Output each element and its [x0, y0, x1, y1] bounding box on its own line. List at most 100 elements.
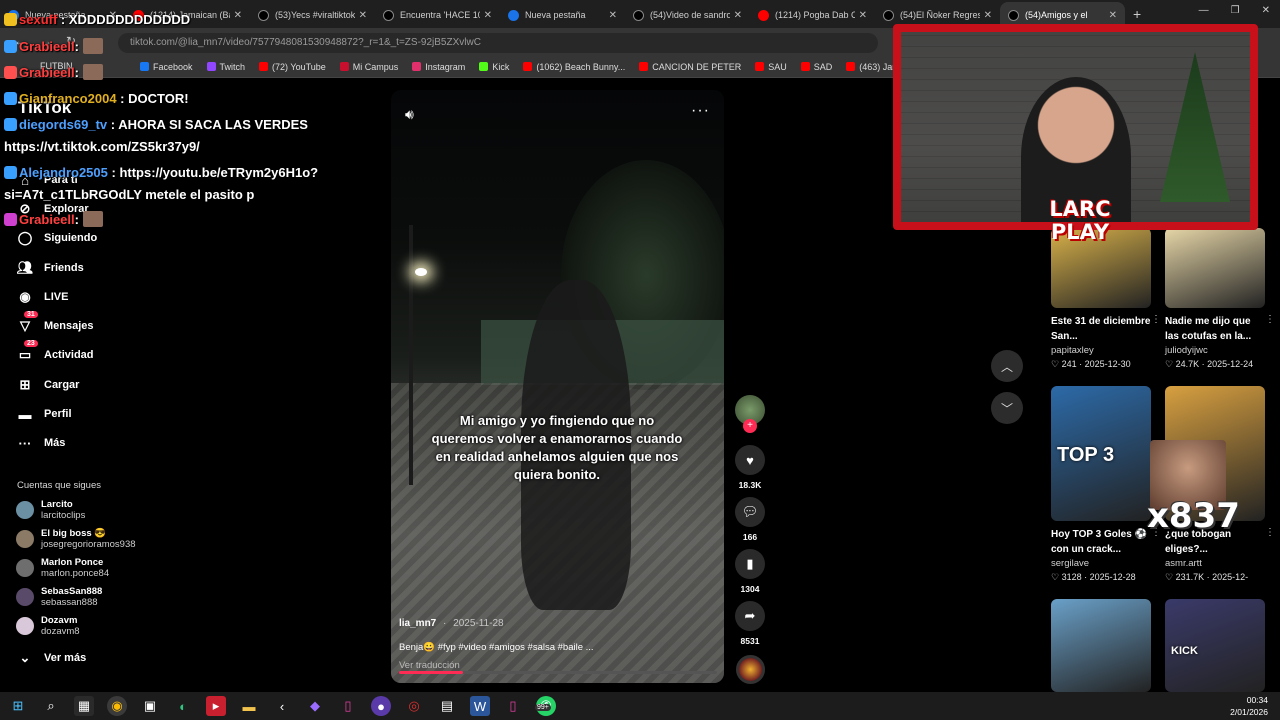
video-username[interactable]: asmr.artt	[1165, 558, 1265, 569]
video-player[interactable]: 🔊︎ ··· Mi amigo y yo fingiendo que no qu…	[391, 90, 724, 683]
maximize-icon[interactable]: ❐	[1231, 5, 1240, 16]
account-text: Larcito larcitoclips	[41, 499, 85, 521]
edge-icon[interactable]: ◐	[173, 696, 193, 716]
sound-disc[interactable]	[736, 655, 765, 684]
bookmark-item[interactable]: CANCION DE PETER	[639, 62, 741, 72]
bookmark-item[interactable]: SAU	[755, 62, 787, 72]
app3-icon[interactable]: ▯	[338, 696, 358, 716]
browser-tab[interactable]: (1214) Pogba Dab Ce ✕	[750, 2, 875, 28]
video-title[interactable]: Hoy TOP 3 Goles ⚽ con un crack...	[1051, 527, 1151, 557]
bookmark-item[interactable]: SAD	[800, 61, 833, 72]
video-stats: ♡ 241 · 2025-12-30	[1051, 359, 1151, 370]
browser-tab[interactable]: (54)Video de sandro ✕	[625, 2, 750, 28]
card-menu-icon[interactable]: ⋮	[1265, 314, 1275, 325]
sidebar-item-cargar[interactable]: ⊞ Cargar	[16, 376, 80, 394]
see-more-label: Ver más	[44, 652, 87, 664]
account-name: Marlon Ponce	[41, 557, 104, 568]
video-username[interactable]: sergilave	[1051, 558, 1151, 569]
video-more-icon[interactable]: ···	[691, 102, 710, 120]
friends-icon: 👥︎	[16, 260, 34, 275]
chat-message: Alejandro2505 : https://youtu.be/eTRym2y…	[4, 165, 318, 180]
video-thumbnail[interactable]: TOP 3	[1051, 386, 1151, 521]
video-thumbnail[interactable]	[1051, 599, 1151, 692]
windows-taskbar: ⊞ ⌕ ▦ ◉ ▣ ◐ ▸ ▬ ‹ ◆ ▯ ● ◎ ▤ W ▯ ✆	[0, 692, 1280, 720]
sidebar-item-ms[interactable]: ··· Más	[16, 434, 66, 452]
video-description[interactable]: Benja😀 #fyp #video #amigos #salsa #baile…	[399, 642, 594, 653]
recommended-video-card[interactable]	[1051, 599, 1151, 692]
search-icon[interactable]: ⌕	[41, 696, 61, 716]
tab-close-icon[interactable]: ✕	[734, 10, 742, 21]
see-translation-link[interactable]: Ver traducción	[399, 660, 460, 671]
volume-icon[interactable]: 🔊︎	[405, 106, 414, 123]
video-progress-bar[interactable]	[399, 671, 717, 674]
chat-emote	[82, 211, 103, 227]
sidebar-item-mensajes[interactable]: ▽ 31 Mensajes	[16, 311, 94, 335]
like-button[interactable]: ♥ 18.3K	[733, 445, 767, 490]
sidebar-item-label: Cargar	[44, 379, 80, 391]
bookmark-item[interactable]: Kick	[479, 62, 509, 72]
bookmark-item[interactable]: Instagram	[412, 62, 465, 72]
sidebar-item-siguiendo[interactable]: ◯ Siguiendo	[16, 229, 97, 247]
notification-badge: 31	[24, 311, 38, 318]
close-window-icon[interactable]: ✕	[1262, 5, 1270, 16]
tab-close-icon[interactable]: ✕	[1109, 10, 1117, 21]
tab-favicon-icon	[758, 9, 769, 21]
card-menu-icon[interactable]: ⋮	[1265, 527, 1275, 538]
folder-icon[interactable]: ▬	[239, 696, 259, 716]
chat-separator: :	[74, 39, 83, 54]
video-thumbnail[interactable]	[1165, 228, 1265, 308]
obs-icon[interactable]: ●	[371, 696, 391, 716]
card-menu-icon[interactable]: ⋮	[1151, 314, 1161, 325]
word-icon[interactable]: W	[470, 696, 490, 716]
tab-close-icon[interactable]: ✕	[859, 10, 867, 21]
sidebar-item-friends[interactable]: 👥︎ Friends	[16, 259, 84, 277]
sidebar-item-live[interactable]: ◉ LIVE	[16, 288, 68, 306]
recommended-video-card[interactable]: KICK	[1165, 599, 1265, 692]
following-account[interactable]: Dozavm dozavm8	[16, 615, 80, 637]
stream-logo: LARC PLAY	[1035, 198, 1125, 244]
comment-button[interactable]: 💬︎ 166	[733, 497, 767, 542]
follow-plus-icon[interactable]: +	[743, 419, 757, 433]
following-account[interactable]: SebasSan888 sebassan888	[16, 586, 102, 608]
video-username[interactable]: papitaxley	[1051, 345, 1151, 356]
sidebar-item-actividad[interactable]: ▭ 23 Actividad	[16, 340, 94, 364]
calculator-icon[interactable]: ▤	[437, 696, 457, 716]
video-thumbnail[interactable]: KICK	[1165, 599, 1265, 692]
following-account[interactable]: Marlon Ponce marlon.ponce84	[16, 557, 109, 579]
video-title[interactable]: Nadie me dijo que las cotufas en la...	[1165, 314, 1265, 344]
save-button[interactable]: ▮ 1304	[733, 549, 767, 594]
tab-close-icon[interactable]: ✕	[484, 10, 492, 21]
recommended-video-card[interactable]: TOP 3 Hoy TOP 3 Goles ⚽ con un crack... se…	[1051, 386, 1161, 583]
chrome-icon[interactable]: ◉	[107, 696, 127, 716]
bookmark-item[interactable]: (1062) Beach Bunny...	[523, 62, 625, 72]
system-clock[interactable]: 00:34 2/01/2026	[1230, 694, 1268, 718]
video-title[interactable]: Este 31 de diciembre San...	[1051, 314, 1151, 344]
tab-close-icon[interactable]: ✕	[609, 10, 617, 21]
bookmark-label: SAD	[813, 61, 833, 72]
previous-video-button[interactable]: ︿	[991, 350, 1023, 382]
chat-text: DOCTOR!	[128, 91, 189, 106]
app4-icon[interactable]: ▯	[503, 696, 523, 716]
see-more-button[interactable]: ⌄ Ver más	[16, 649, 87, 667]
recommended-video-card[interactable]: Este 31 de diciembre San... papitaxley ♡ 2…	[1051, 228, 1161, 370]
next-video-button[interactable]: ﹀	[991, 392, 1023, 424]
app-icon[interactable]: ▣	[140, 696, 160, 716]
recorder-icon[interactable]: ◎	[404, 696, 424, 716]
store-icon[interactable]: ▦	[74, 696, 94, 716]
tab-close-icon[interactable]: ✕	[984, 10, 992, 21]
following-account[interactable]: El big boss 😎 josegregorioramos938	[16, 528, 136, 550]
following-account[interactable]: Larcito larcitoclips	[16, 499, 85, 521]
share-button[interactable]: ➦ 8531	[733, 601, 767, 646]
video-username[interactable]: juliodyijwc	[1165, 345, 1265, 356]
clock-date: 2/01/2026	[1230, 707, 1268, 717]
media-icon[interactable]: ▸	[206, 696, 226, 716]
recommended-video-card[interactable]: Nadie me dijo que las cotufas en la... ju…	[1165, 228, 1275, 370]
save-count: 1304	[740, 584, 760, 594]
video-author[interactable]: lia_mn7	[399, 618, 436, 629]
browser-tab[interactable]: Nueva pestaña ✕	[500, 2, 625, 28]
sidebar-item-perfil[interactable]: ▬ Perfil	[16, 405, 72, 423]
windows-start-icon[interactable]: ⊞	[8, 696, 28, 716]
minimize-icon[interactable]: —	[1199, 5, 1209, 16]
app2-icon[interactable]: ◆	[305, 696, 325, 716]
terminal-icon[interactable]: ‹	[272, 696, 292, 716]
